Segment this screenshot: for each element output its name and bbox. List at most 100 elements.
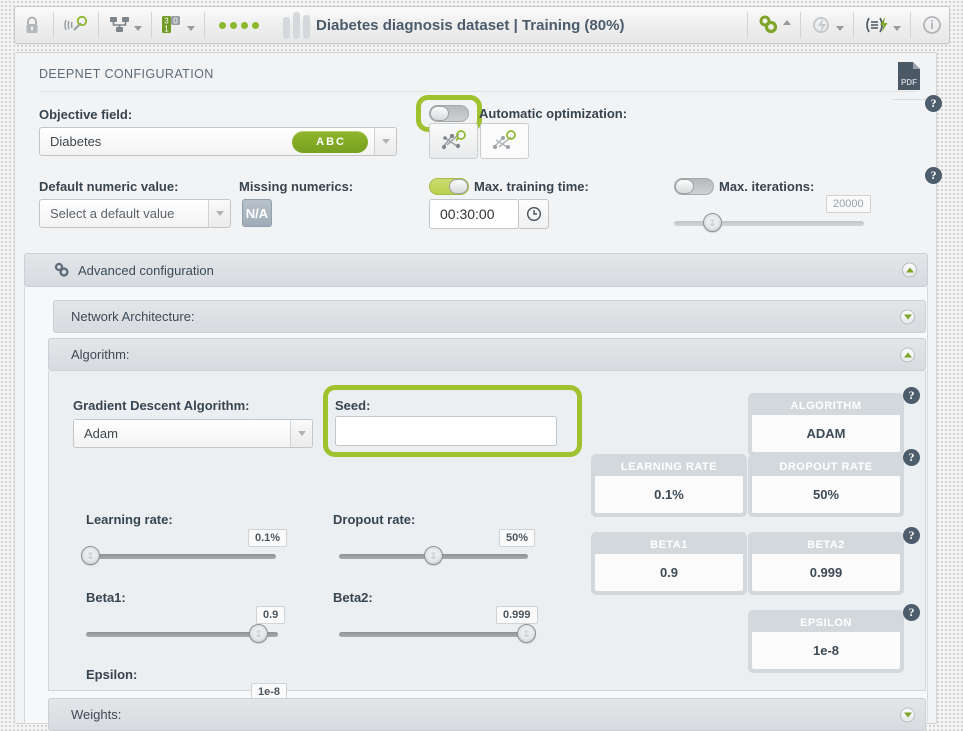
weights-expand-button[interactable] [900, 707, 915, 722]
dropout-rate-label: Dropout rate: [333, 512, 416, 527]
beta1-card-title: BETA1 [594, 535, 744, 554]
chevron-down-icon [134, 25, 142, 31]
toolbar-divider-3 [151, 12, 152, 38]
svg-text:PDF: PDF [901, 78, 917, 87]
objective-field-type-badge: ABC [292, 130, 368, 153]
beta1-slider[interactable] [86, 624, 278, 644]
clock-icon [526, 206, 541, 222]
chevron-down-icon [893, 25, 901, 31]
top-toolbar: 3 0 1 Diabetes diagnosis dataset | Train… [14, 6, 950, 44]
learning-rate-value: 0.1% [248, 529, 288, 547]
objective-field-dropdown-arrow[interactable] [374, 128, 396, 155]
deepnet-configuration-panel: DEEPNET CONFIGURATION PDF Objective fiel… [14, 52, 942, 731]
epsilon-card-title: EPSILON [751, 613, 901, 632]
max-iterations-slider[interactable] [674, 213, 864, 233]
configure-button[interactable] [752, 7, 796, 43]
objective-field-select[interactable]: Diabetes ABC [39, 127, 397, 156]
field-types-button[interactable]: 3 0 1 [156, 7, 200, 43]
weights-section-header[interactable]: Weights: [48, 698, 926, 731]
toolbar-divider-8 [910, 12, 911, 38]
chevron-down-icon [187, 25, 195, 31]
status-dots[interactable] [209, 21, 269, 29]
status-dot [241, 21, 248, 29]
pdf-divider [892, 99, 926, 100]
slider-knob[interactable] [249, 624, 268, 643]
default-numeric-dropdown-arrow[interactable] [208, 200, 230, 227]
status-dot [252, 21, 259, 29]
lock-button[interactable] [15, 7, 49, 43]
gradient-descent-algorithm-value: Adam [84, 426, 118, 441]
network-search-right-icon [492, 130, 516, 149]
learning-rate-slider[interactable] [81, 546, 276, 566]
page-title: DEEPNET CONFIGURATION [39, 67, 214, 81]
help-icon[interactable]: ? [925, 167, 942, 184]
default-numeric-value-select[interactable]: Select a default value [39, 199, 231, 228]
optimization-option-2-button[interactable] [480, 123, 529, 159]
toolbar-divider-7 [853, 12, 854, 38]
help-icon[interactable]: ? [925, 95, 942, 112]
algorithm-card-value: ADAM [751, 415, 901, 453]
expand-down-icon [903, 712, 912, 717]
chevron-down-icon [381, 139, 390, 144]
script-button[interactable] [858, 7, 906, 43]
max-iterations-value: 20000 [826, 195, 871, 213]
advanced-configuration-collapse-button[interactable] [902, 262, 917, 278]
pdf-download-button[interactable]: PDF [896, 61, 922, 91]
network-architecture-label: Network Architecture: [71, 309, 195, 324]
gradient-descent-algorithm-select[interactable]: Adam [73, 419, 313, 448]
help-icon[interactable]: ? [903, 449, 920, 466]
seed-input[interactable] [335, 416, 557, 446]
gears-icon [759, 15, 778, 34]
info-icon [923, 16, 941, 34]
chevron-down-icon [836, 25, 844, 31]
automatic-optimization-toggle[interactable] [429, 105, 469, 122]
gradient-descent-algorithm-label: Gradient Descent Algorithm: [73, 398, 250, 413]
beta2-card-title: BETA2 [751, 535, 901, 554]
objective-field-label: Objective field: [39, 107, 133, 122]
beta2-slider[interactable] [339, 624, 536, 644]
cluster-button[interactable] [103, 7, 147, 43]
max-iterations-toggle[interactable] [674, 178, 714, 195]
chevron-up-icon [783, 19, 791, 25]
network-architecture-section-header[interactable]: Network Architecture: [53, 300, 926, 333]
gradient-descent-dropdown-arrow[interactable] [290, 420, 312, 447]
toolbar-divider-5 [747, 12, 748, 38]
optimization-option-1-button[interactable] [429, 123, 478, 159]
algorithm-section-header[interactable]: Algorithm: [48, 338, 926, 371]
help-icon[interactable]: ? [903, 387, 920, 404]
dropout-rate-slider[interactable] [339, 546, 528, 566]
slider-knob[interactable] [81, 546, 100, 565]
slider-track [339, 632, 536, 637]
advanced-configuration-section-header[interactable]: Advanced configuration [24, 253, 928, 287]
status-dot [219, 21, 226, 29]
svg-text:0: 0 [173, 17, 178, 26]
help-icon[interactable]: ? [903, 527, 920, 544]
beta1-card-value: 0.9 [594, 554, 744, 592]
toolbar-divider-4 [204, 12, 205, 38]
slider-knob[interactable] [424, 546, 443, 565]
slider-knob[interactable] [703, 213, 722, 232]
algorithm-collapse-button[interactable] [900, 347, 915, 362]
advanced-configuration-label: Advanced configuration [78, 262, 214, 278]
beta2-label: Beta2: [333, 590, 373, 605]
beta1-card: BETA1 0.9 [591, 532, 747, 595]
missing-numerics-button[interactable]: N/A [242, 199, 272, 227]
network-architecture-expand-button[interactable] [900, 309, 915, 324]
resource-search-button[interactable] [58, 7, 94, 43]
beta2-card: BETA2 0.999 [748, 532, 904, 595]
max-training-time-toggle[interactable] [429, 178, 469, 195]
weights-label: Weights: [71, 707, 122, 722]
status-dot [230, 21, 237, 29]
deepnet-bars-icon [283, 11, 310, 39]
info-button[interactable] [915, 7, 949, 43]
beta1-label: Beta1: [86, 590, 126, 605]
field-types-icon: 3 0 1 [162, 16, 180, 34]
slider-knob[interactable] [517, 624, 536, 643]
max-training-time-clock-button[interactable] [519, 199, 549, 229]
max-training-time-input[interactable]: 00:30:00 [429, 199, 519, 229]
beta1-value: 0.9 [256, 606, 286, 624]
signal-search-icon [64, 15, 88, 31]
help-icon[interactable]: ? [903, 604, 920, 621]
quick-action-button[interactable] [805, 7, 849, 43]
epsilon-label: Epsilon: [86, 667, 138, 682]
